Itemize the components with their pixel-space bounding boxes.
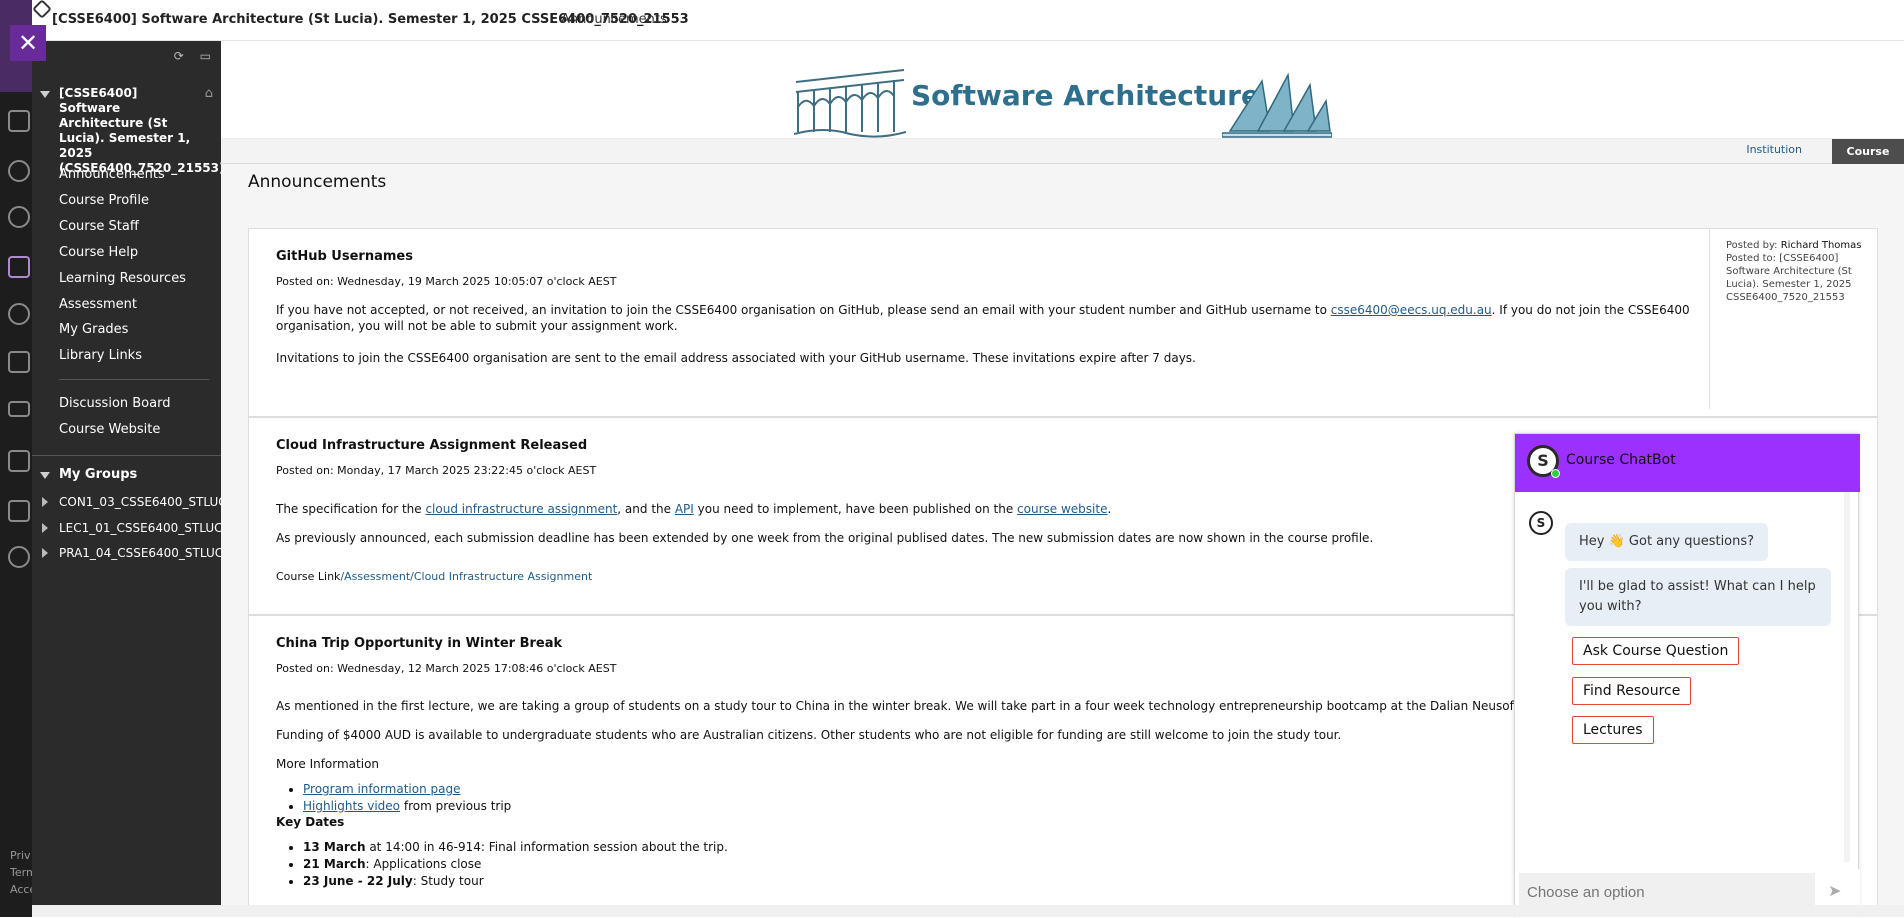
- collapse-groups-caret-icon[interactable]: [40, 472, 50, 479]
- calendar-icon[interactable]: [8, 351, 30, 373]
- assignment-link[interactable]: cloud infrastructure assignment: [425, 502, 617, 516]
- body-text: If you have not accepted, or not receive…: [276, 303, 1331, 317]
- menu-item-course-profile[interactable]: Course Profile: [59, 193, 149, 208]
- folder-view-icon[interactable]: ▭: [200, 49, 211, 63]
- course-link: Course Link/Assessment/Cloud Infrastruct…: [276, 570, 593, 583]
- announcement-title: GitHub Usernames: [276, 249, 413, 264]
- group-item[interactable]: LEC1_01_CSSE6400_STLUC_S1: [59, 521, 221, 535]
- refresh-icon[interactable]: ⟳: [174, 49, 184, 63]
- send-icon[interactable]: ➤: [1828, 881, 1846, 900]
- posted-to: Posted to: [CSSE6400] Software Architect…: [1726, 253, 1852, 303]
- my-groups-heading[interactable]: My Groups: [59, 467, 137, 482]
- profile-icon[interactable]: [8, 160, 30, 182]
- menu-item-learning-resources[interactable]: Learning Resources: [59, 271, 186, 286]
- tools-icon[interactable]: [8, 500, 30, 522]
- group-item[interactable]: PRA1_04_CSSE6400_STLUC_S1: [59, 546, 221, 560]
- announcement-title: China Trip Opportunity in Winter Break: [276, 636, 563, 651]
- info-links-list: Program information page Highlights vide…: [285, 781, 511, 815]
- menu-section-divider: [32, 455, 221, 456]
- email-link[interactable]: csse6400@eecs.uq.edu.au: [1331, 303, 1492, 317]
- global-nav-rail: ✕ Priv Term Acce: [0, 0, 46, 917]
- announcement-meta: Posted by: Richard Thomas Posted to: [CS…: [1709, 229, 1879, 409]
- program-info-link[interactable]: Program information page: [303, 782, 461, 796]
- tab-bar: Institution Course: [221, 139, 1904, 164]
- chatbot-title: Course ChatBot: [1566, 452, 1676, 468]
- home-icon[interactable]: ⌂: [205, 86, 213, 101]
- bot-avatar: S: [1529, 511, 1553, 535]
- footer-privacy-link[interactable]: Priv: [10, 847, 31, 864]
- list-item: 23 June - 22 July: Study tour: [303, 873, 728, 890]
- aqueduct-illustration: [794, 69, 906, 138]
- announcement-body: The specification for the cloud infrastr…: [276, 502, 1112, 516]
- breadcrumb-announcements[interactable]: Announcements: [561, 12, 667, 27]
- menu-item-course-staff[interactable]: Course Staff: [59, 219, 139, 234]
- menu-divider: [59, 379, 209, 380]
- highlights-video-link[interactable]: Highlights video: [303, 799, 400, 813]
- option-ask-course-question[interactable]: Ask Course Question: [1572, 637, 1740, 665]
- globe-icon[interactable]: [8, 206, 30, 228]
- chatbot-header: S Course ChatBot: [1515, 434, 1860, 492]
- chatbot-window: S Course ChatBot S Hey 👋 Got any questio…: [1514, 433, 1860, 918]
- collapse-course-caret-icon[interactable]: [40, 91, 50, 98]
- close-menu-button[interactable]: ✕: [10, 25, 46, 61]
- bot-message: Hey 👋 Got any questions?: [1565, 523, 1769, 561]
- groups-icon[interactable]: [8, 303, 30, 325]
- link-icon: [32, 0, 52, 19]
- expand-group-icon[interactable]: [42, 523, 48, 533]
- courses-icon[interactable]: [8, 256, 30, 278]
- opera-house-illustration: [1222, 72, 1332, 138]
- announcement-body: Funding of $4000 AUD is available to und…: [276, 728, 1342, 742]
- key-dates-list: 13 March at 14:00 in 46-914: Final infor…: [285, 839, 728, 890]
- institution-icon[interactable]: [8, 110, 30, 132]
- sign-out-icon[interactable]: [8, 546, 30, 568]
- menu-item-course-help[interactable]: Course Help: [59, 245, 138, 260]
- course-website-link[interactable]: course website: [1017, 502, 1107, 516]
- menu-tools: ⟳ ▭: [162, 49, 211, 63]
- menu-course-name[interactable]: [CSSE6400] Software Architecture (St Luc…: [59, 86, 225, 176]
- announcement-posted-on: Posted on: Wednesday, 12 March 2025 17:0…: [276, 662, 617, 675]
- tab-course[interactable]: Course: [1832, 139, 1904, 164]
- list-item: Highlights video from previous trip: [303, 798, 511, 815]
- option-lectures[interactable]: Lectures: [1572, 716, 1654, 744]
- grades-icon[interactable]: [8, 450, 30, 472]
- more-information-label: More Information: [276, 757, 380, 771]
- key-dates-heading: Key Dates: [276, 815, 345, 829]
- online-status-icon: [1551, 469, 1560, 478]
- menu-item-course-website[interactable]: Course Website: [59, 422, 160, 437]
- horizontal-scrollbar[interactable]: [32, 905, 1904, 917]
- course-menu: ⟳ ▭ [CSSE6400] Software Architecture (St…: [32, 41, 225, 905]
- course-banner: Software Architecture: [221, 41, 1904, 139]
- announcement-posted-on: Posted on: Monday, 17 March 2025 23:22:4…: [276, 464, 597, 477]
- list-item: 21 March: Applications close: [303, 856, 728, 873]
- menu-item-library-links[interactable]: Library Links: [59, 348, 142, 363]
- announcement-posted-on: Posted on: Wednesday, 19 March 2025 10:0…: [276, 275, 617, 288]
- list-item: 13 March at 14:00 in 46-914: Final infor…: [303, 839, 728, 856]
- course-link-path[interactable]: /Assessment/Cloud Infrastructure Assignm…: [340, 570, 592, 583]
- announcement-body: As previously announced, each submission…: [276, 531, 1374, 545]
- menu-item-announcements[interactable]: Announcements: [59, 167, 165, 182]
- posted-by: Posted by: Richard Thomas: [1726, 240, 1862, 251]
- page-title: Announcements: [248, 172, 387, 192]
- top-bar: [CSSE6400] Software Architecture (St Luc…: [32, 0, 1904, 41]
- group-item[interactable]: CON1_03_CSSE6400_STLUC_S1: [59, 495, 221, 509]
- announcement-item: GitHub Usernames Posted on: Wednesday, 1…: [248, 228, 1878, 417]
- expand-group-icon[interactable]: [42, 548, 48, 558]
- announcement-body: Invitations to join the CSSE6400 organis…: [276, 351, 1196, 365]
- menu-item-assessment[interactable]: Assessment: [59, 297, 137, 312]
- messages-icon[interactable]: [8, 401, 30, 417]
- menu-item-my-grades[interactable]: My Grades: [59, 322, 128, 337]
- banner-title: Software Architecture: [911, 79, 1260, 112]
- option-find-resource[interactable]: Find Resource: [1572, 677, 1692, 705]
- menu-item-discussion-board[interactable]: Discussion Board: [59, 396, 170, 411]
- announcement-body: As mentioned in the first lecture, we ar…: [276, 699, 1546, 713]
- announcement-title: Cloud Infrastructure Assignment Released: [276, 438, 588, 453]
- announcement-body: If you have not accepted, or not receive…: [276, 302, 1706, 334]
- list-item: Program information page: [303, 781, 511, 798]
- expand-group-icon[interactable]: [42, 497, 48, 507]
- bot-message: I'll be glad to assist! What can I help …: [1565, 568, 1831, 626]
- tab-institution[interactable]: Institution: [1746, 143, 1802, 156]
- api-link[interactable]: API: [675, 502, 694, 516]
- chat-scrollbar[interactable]: [1844, 492, 1850, 862]
